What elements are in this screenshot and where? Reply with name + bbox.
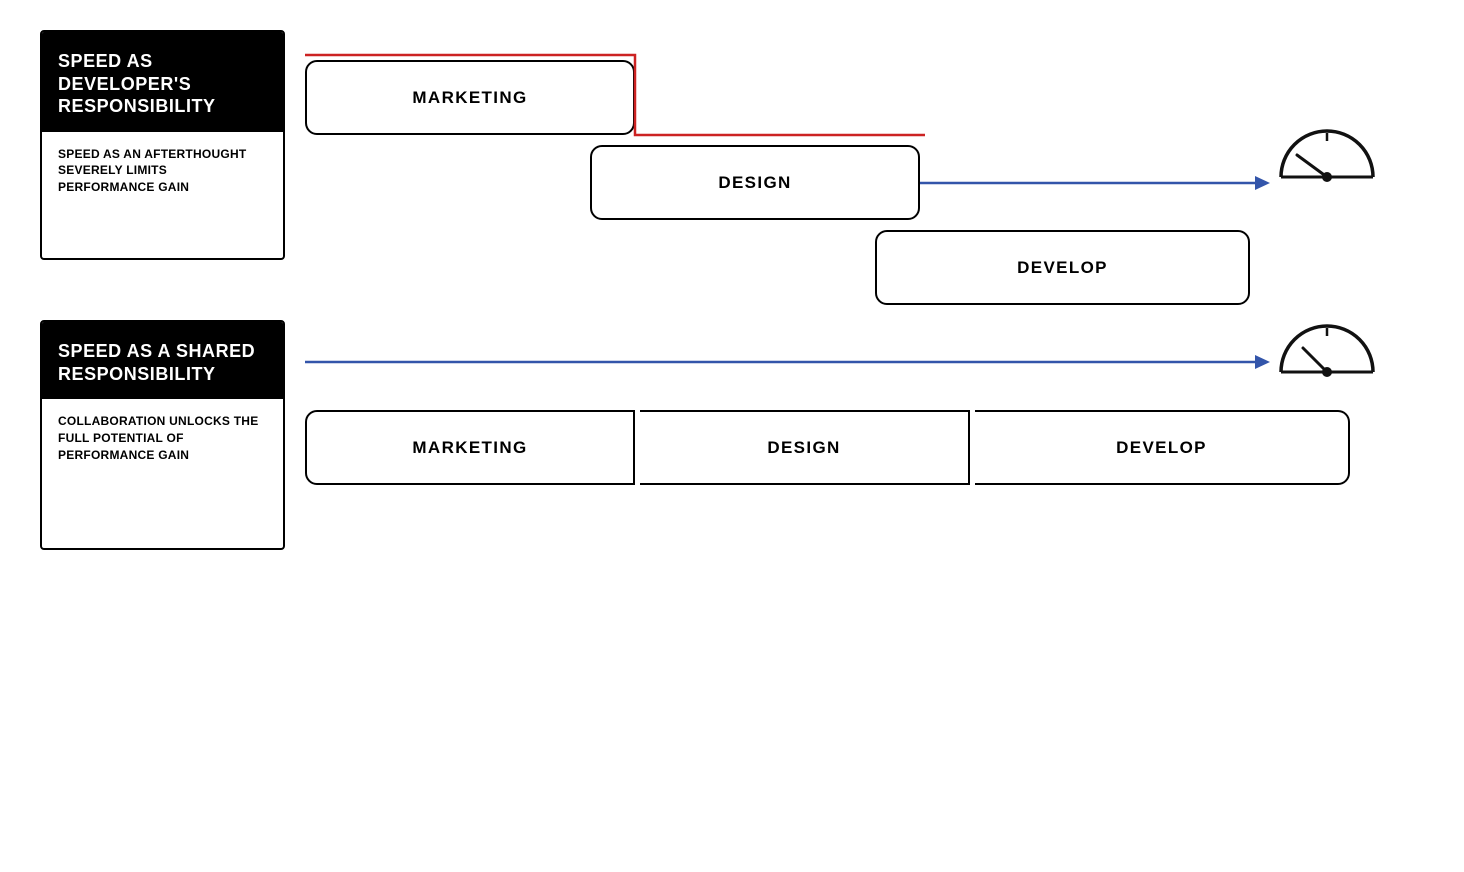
section-bottom: SPEED AS A SHARED RESPONSIBILITY COLLABO… [40,320,1424,550]
waterfall-diagram: MARKETING DESIGN [305,30,1424,260]
main-container: SPEED AS DEVELOPER'S RESPONSIBILITY SPEE… [0,0,1464,872]
bottom-diagram-area: MARKETING DESIGN DEVELOP [305,320,1424,520]
parallel-arrow [305,347,1295,377]
design-box-bottom: DESIGN [640,410,970,485]
bottom-label-card: SPEED AS A SHARED RESPONSIBILITY COLLABO… [40,320,285,550]
develop-box-bottom: DEVELOP [975,410,1350,485]
top-card-title: SPEED AS DEVELOPER'S RESPONSIBILITY [42,32,283,132]
top-card-subtitle: SPEED AS AN AFTERTHOUGHT SEVERELY LIMITS… [42,132,283,210]
develop-box-top: DEVELOP [875,230,1250,305]
bottom-card-title: SPEED AS A SHARED RESPONSIBILITY [42,322,283,399]
marketing-box-bottom: MARKETING [305,410,635,485]
speedometer-bottom [1275,320,1380,400]
section-top: SPEED AS DEVELOPER'S RESPONSIBILITY SPEE… [40,30,1424,260]
design-box-top: DESIGN [590,145,920,220]
speedometer-top [1275,125,1380,205]
top-label-card: SPEED AS DEVELOPER'S RESPONSIBILITY SPEE… [40,30,285,260]
design-arrow [920,168,1290,198]
bottom-card-subtitle: COLLABORATION UNLOCKS THE FULL POTENTIAL… [42,399,283,477]
parallel-diagram: MARKETING DESIGN DEVELOP [305,320,1424,520]
top-diagram-area: MARKETING DESIGN [305,30,1424,260]
